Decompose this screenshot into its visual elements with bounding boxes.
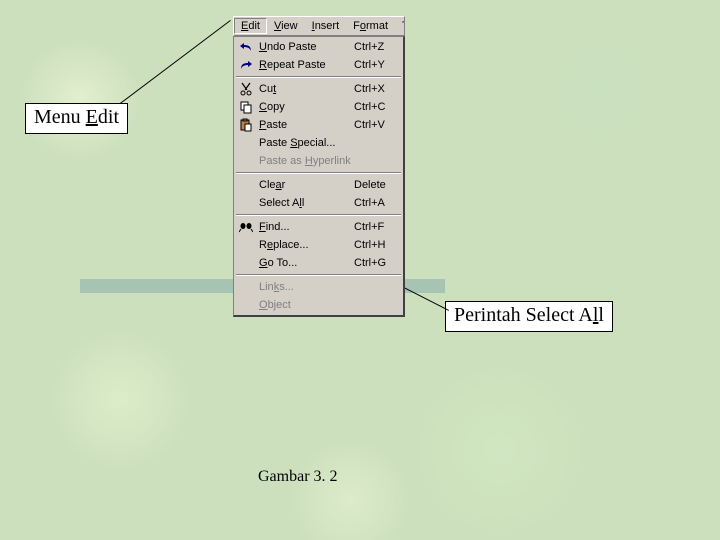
callout-line [120, 20, 231, 104]
menubar-view[interactable]: View [267, 18, 305, 34]
menu-paste-special[interactable]: Paste Special... [235, 134, 402, 152]
menu-cut[interactable]: Cut Ctrl+X [235, 80, 402, 98]
menu-find[interactable]: Find... Ctrl+F [235, 218, 402, 236]
separator [236, 172, 401, 174]
menu-undo[interactable]: Undo Paste Ctrl+Z [235, 38, 402, 56]
menu-object: Object [235, 296, 402, 314]
highlight [400, 279, 445, 293]
find-icon [237, 219, 255, 235]
menu-replace[interactable]: Replace... Ctrl+H [235, 236, 402, 254]
menu-copy[interactable]: Copy Ctrl+C [235, 98, 402, 116]
menubar-format[interactable]: Format [346, 18, 395, 34]
redo-icon [237, 57, 255, 73]
menu-clear[interactable]: Clear Delete [235, 176, 402, 194]
edit-menu: Undo Paste Ctrl+Z Repeat Paste Ctrl+Y Cu… [233, 36, 405, 317]
copy-icon [237, 99, 255, 115]
menu-links: Links... [235, 278, 402, 296]
undo-icon [237, 39, 255, 55]
menubar-insert[interactable]: Insert [305, 18, 347, 34]
menu-paste[interactable]: Paste Ctrl+V [235, 116, 402, 134]
highlight [80, 279, 238, 293]
menubar-tools[interactable]: To [395, 18, 405, 34]
separator [236, 214, 401, 216]
menubar: Edit View Insert Format To [233, 16, 405, 36]
separator [236, 76, 401, 78]
menu-paste-hyperlink: Paste as Hyperlink [235, 152, 402, 170]
callout-menu-edit: Menu Edit [25, 103, 128, 134]
cut-icon [237, 81, 255, 97]
callout-select-all: Perintah Select All [445, 301, 613, 332]
menubar-edit[interactable]: Edit [234, 18, 267, 34]
figure-caption: Gambar 3. 2 [258, 468, 338, 486]
separator [236, 274, 401, 276]
paste-icon [237, 117, 255, 133]
menu-select-all[interactable]: Select All Ctrl+A [235, 194, 402, 212]
menu-repeat[interactable]: Repeat Paste Ctrl+Y [235, 56, 402, 74]
menu-goto[interactable]: Go To... Ctrl+G [235, 254, 402, 272]
